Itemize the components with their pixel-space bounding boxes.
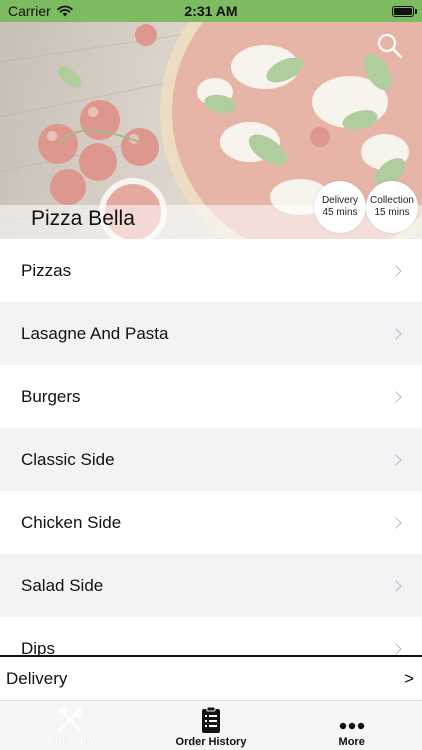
status-bar: Carrier 2:31 AM	[0, 0, 422, 22]
category-item-pizzas[interactable]: Pizzas	[0, 239, 422, 302]
carrier-label: Carrier	[8, 3, 51, 19]
category-label: Lasagne And Pasta	[21, 323, 169, 343]
category-item-dips[interactable]: Dips	[0, 617, 422, 655]
category-label: Dips	[21, 638, 56, 656]
category-label: Burgers	[21, 386, 81, 406]
fork-knife-icon	[58, 706, 82, 731]
tab-order-history[interactable]: Order History	[141, 701, 282, 750]
more-dots-icon	[339, 722, 364, 730]
chevron-right-icon	[390, 327, 402, 340]
status-left: Carrier	[8, 3, 73, 19]
delivery-badge-label: Delivery	[321, 195, 359, 206]
chevron-right-icon	[390, 453, 402, 466]
tab-bar: Order Now Order History More	[0, 700, 422, 750]
category-label: Pizzas	[21, 260, 72, 280]
chevron-right-icon	[390, 516, 402, 529]
chevron-right-icon	[390, 390, 402, 403]
category-label: Salad Side	[21, 575, 104, 595]
category-item-lasagne-and-pasta[interactable]: Lasagne And Pasta	[0, 302, 422, 365]
category-item-classic-side[interactable]: Classic Side	[0, 428, 422, 491]
delivery-badge-time: 45 mins	[322, 207, 358, 218]
category-list[interactable]: Pizzas Lasagne And Pasta Burgers Classic…	[0, 239, 422, 655]
tab-label: More	[338, 736, 365, 748]
tab-order-now[interactable]: Order Now	[0, 701, 141, 750]
delivery-mode-label: Delivery	[6, 668, 68, 688]
search-icon	[377, 33, 403, 59]
chevron-right-icon	[390, 264, 402, 277]
hero-header: Pizza Bella Delivery 45 mins Collection …	[0, 22, 422, 239]
battery-icon	[392, 5, 417, 17]
clipboard-list-icon	[202, 706, 220, 733]
tab-label: Order History	[175, 736, 247, 748]
search-button[interactable]	[376, 32, 404, 60]
collection-time-badge: Collection 15 mins	[366, 181, 418, 233]
delivery-time-badge: Delivery 45 mins	[314, 181, 366, 233]
delivery-mode-bar[interactable]: Delivery >	[0, 655, 422, 700]
collection-badge-label: Collection	[370, 195, 414, 206]
category-label: Classic Side	[21, 449, 115, 469]
chevron-right-icon	[390, 642, 402, 655]
restaurant-name: Pizza Bella	[31, 207, 135, 230]
category-item-burgers[interactable]: Burgers	[0, 365, 422, 428]
tab-label: Order Now	[42, 736, 99, 748]
chevron-right-icon	[390, 579, 402, 592]
category-item-chicken-side[interactable]: Chicken Side	[0, 491, 422, 554]
delivery-mode-arrow: >	[404, 668, 414, 688]
collection-badge-time: 15 mins	[374, 207, 410, 218]
tab-more[interactable]: More	[281, 701, 422, 750]
wifi-icon	[57, 5, 73, 17]
category-label: Chicken Side	[21, 512, 122, 532]
category-item-salad-side[interactable]: Salad Side	[0, 554, 422, 617]
